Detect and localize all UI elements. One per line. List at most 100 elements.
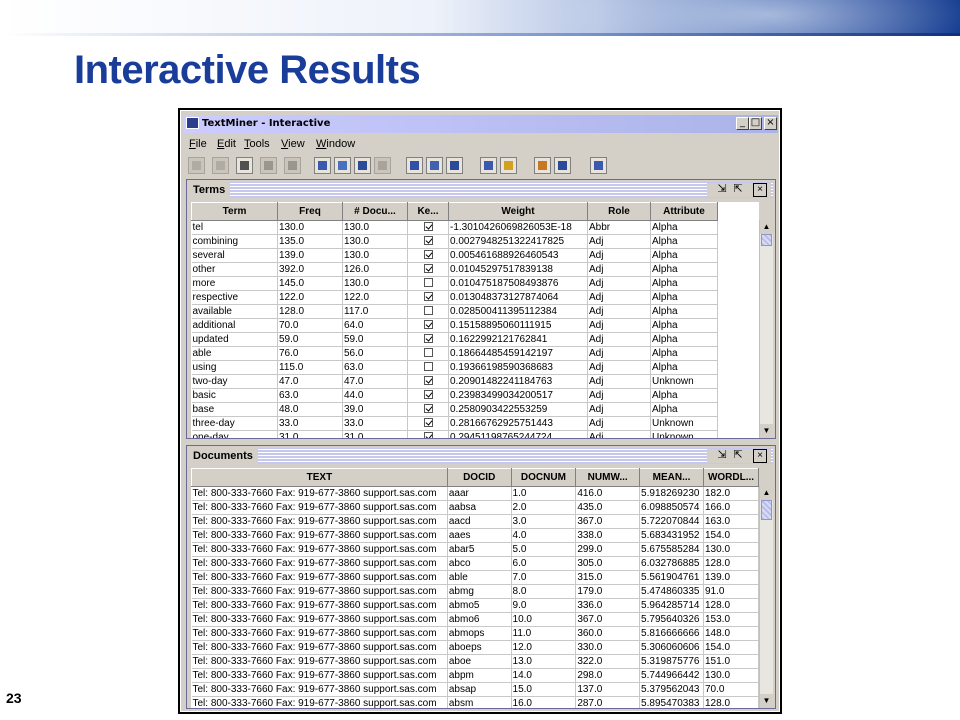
weight-cell[interactable]: 0.01045297517839138 bbox=[448, 262, 588, 277]
numw-cell[interactable]: 299.0 bbox=[575, 542, 641, 557]
docs-cell[interactable]: 59.0 bbox=[342, 332, 408, 347]
freq-cell[interactable]: 122.0 bbox=[277, 290, 343, 305]
freq-cell[interactable]: 31.0 bbox=[277, 430, 343, 438]
column-header-docid[interactable]: DOCID bbox=[446, 468, 512, 487]
numw-cell[interactable]: 179.0 bbox=[575, 584, 641, 599]
role-cell[interactable]: Adj bbox=[587, 332, 651, 347]
table-row[interactable]: updated 59.0 59.0 0.1622992121762841 Adj Alph… bbox=[191, 332, 718, 347]
wordl-cell[interactable]: 70.0 bbox=[703, 682, 759, 697]
mean-cell[interactable]: 5.675585284 bbox=[639, 542, 704, 557]
bar-chart-icon[interactable] bbox=[534, 157, 551, 174]
scroll-up-icon[interactable]: ▲ bbox=[760, 486, 773, 500]
role-cell[interactable]: Adj bbox=[587, 416, 651, 431]
attr-cell[interactable]: Alpha bbox=[650, 388, 718, 403]
docid-cell[interactable]: absap bbox=[447, 682, 512, 697]
role-cell[interactable]: Adj bbox=[587, 276, 651, 291]
freq-cell[interactable]: 139.0 bbox=[277, 248, 343, 263]
freq-cell[interactable]: 70.0 bbox=[277, 318, 343, 333]
numw-cell[interactable]: 416.0 bbox=[575, 486, 641, 501]
wordl-cell[interactable]: 128.0 bbox=[703, 696, 759, 708]
attr-cell[interactable]: Alpha bbox=[650, 332, 718, 347]
table-row[interactable]: basic 63.0 44.0 0.23983499034200517 Adj Alpha bbox=[191, 388, 718, 403]
wordl-cell[interactable]: 139.0 bbox=[703, 570, 759, 585]
keep-checkbox[interactable] bbox=[423, 292, 433, 302]
attr-cell[interactable]: Unknown bbox=[650, 416, 718, 431]
column-header-docnum[interactable]: DOCNUM bbox=[510, 468, 577, 487]
keep-checkbox[interactable] bbox=[423, 334, 433, 344]
table-row[interactable]: Tel: 800-333-7660 Fax: 919-677-3860 supp… bbox=[191, 612, 759, 627]
docs-cell[interactable]: 44.0 bbox=[342, 388, 408, 403]
wordl-cell[interactable]: 166.0 bbox=[703, 500, 759, 515]
text-cell[interactable]: Tel: 800-333-7660 Fax: 919-677-3860 supp… bbox=[191, 514, 448, 529]
keep-checkbox[interactable] bbox=[423, 236, 433, 246]
text-cell[interactable]: Tel: 800-333-7660 Fax: 919-677-3860 supp… bbox=[191, 528, 448, 543]
maximize-icon[interactable]: ⇱ bbox=[731, 183, 745, 197]
freq-cell[interactable]: 63.0 bbox=[277, 388, 343, 403]
save-icon[interactable] bbox=[260, 157, 277, 174]
docid-cell[interactable]: abpm bbox=[447, 668, 512, 683]
table-row[interactable]: one-day 31.0 31.0 0.29451198765244724 Adj Unk… bbox=[191, 430, 718, 438]
term-cell[interactable]: other bbox=[191, 262, 278, 277]
role-cell[interactable]: Adj bbox=[587, 234, 651, 249]
numw-cell[interactable]: 367.0 bbox=[575, 612, 641, 627]
table-row[interactable]: Tel: 800-333-7660 Fax: 919-677-3860 supp… bbox=[191, 626, 759, 641]
print-icon[interactable] bbox=[236, 157, 253, 174]
table-row[interactable]: Tel: 800-333-7660 Fax: 919-677-3860 supp… bbox=[191, 654, 759, 669]
text-cell[interactable]: Tel: 800-333-7660 Fax: 919-677-3860 supp… bbox=[191, 542, 448, 557]
keep-checkbox[interactable] bbox=[423, 264, 433, 274]
text-cell[interactable]: Tel: 800-333-7660 Fax: 919-677-3860 supp… bbox=[191, 556, 448, 571]
weight-cell[interactable]: 0.15158895060111915 bbox=[448, 318, 588, 333]
weight-cell[interactable]: 0.29451198765244724 bbox=[448, 430, 588, 438]
text-cell[interactable]: Tel: 800-333-7660 Fax: 919-677-3860 supp… bbox=[191, 584, 448, 599]
docs-cell[interactable]: 31.0 bbox=[342, 430, 408, 438]
role-cell[interactable]: Adj bbox=[587, 304, 651, 319]
table-icon[interactable] bbox=[446, 157, 463, 174]
attr-cell[interactable]: Alpha bbox=[650, 262, 718, 277]
mean-cell[interactable]: 5.816666666 bbox=[639, 626, 704, 641]
docnum-cell[interactable]: 4.0 bbox=[511, 528, 577, 543]
freq-cell[interactable]: 145.0 bbox=[277, 276, 343, 291]
table-row[interactable]: tel 130.0 130.0 -1.3010426069826053E-18 Abbr… bbox=[191, 220, 718, 235]
freq-cell[interactable]: 115.0 bbox=[277, 360, 343, 375]
table-row[interactable]: Tel: 800-333-7660 Fax: 919-677-3860 supp… bbox=[191, 528, 759, 543]
mean-cell[interactable]: 5.895470383 bbox=[639, 696, 704, 708]
weight-cell[interactable]: 0.0027948251322417825 bbox=[448, 234, 588, 249]
mean-cell[interactable]: 5.722070844 bbox=[639, 514, 704, 529]
documents-scroll-thumb[interactable] bbox=[761, 500, 772, 520]
docs-cell[interactable]: 64.0 bbox=[342, 318, 408, 333]
role-cell[interactable]: Adj bbox=[587, 374, 651, 389]
scroll-down-icon[interactable]: ▼ bbox=[760, 694, 773, 708]
terms-frame-titlebar[interactable]: Terms ⇲ ⇱ × bbox=[189, 182, 773, 198]
text-cell[interactable]: Tel: 800-333-7660 Fax: 919-677-3860 supp… bbox=[191, 500, 448, 515]
table-row[interactable]: three-day 33.0 33.0 0.28166762925751443 Adj U… bbox=[191, 416, 718, 431]
wordl-cell[interactable]: 154.0 bbox=[703, 640, 759, 655]
mean-cell[interactable]: 6.032786885 bbox=[639, 556, 704, 571]
term-cell[interactable]: available bbox=[191, 304, 278, 319]
term-cell[interactable]: respective bbox=[191, 290, 278, 305]
term-cell[interactable]: two-day bbox=[191, 374, 278, 389]
docnum-cell[interactable]: 6.0 bbox=[511, 556, 577, 571]
term-cell[interactable]: three-day bbox=[191, 416, 278, 431]
term-cell[interactable]: updated bbox=[191, 332, 278, 347]
term-cell[interactable]: tel bbox=[191, 220, 278, 235]
table-row[interactable]: Tel: 800-333-7660 Fax: 919-677-3860 supp… bbox=[191, 584, 759, 599]
term-cell[interactable]: able bbox=[191, 346, 278, 361]
wordl-cell[interactable]: 128.0 bbox=[703, 598, 759, 613]
table-row[interactable]: Tel: 800-333-7660 Fax: 919-677-3860 supp… bbox=[191, 556, 759, 571]
table-row[interactable]: Tel: 800-333-7660 Fax: 919-677-3860 supp… bbox=[191, 514, 759, 529]
term-cell[interactable]: several bbox=[191, 248, 278, 263]
docid-cell[interactable]: aboeps bbox=[447, 640, 512, 655]
table-row[interactable]: Tel: 800-333-7660 Fax: 919-677-3860 supp… bbox=[191, 500, 759, 515]
term-cell[interactable]: base bbox=[191, 402, 278, 417]
attr-cell[interactable]: Alpha bbox=[650, 304, 718, 319]
docnum-cell[interactable]: 16.0 bbox=[511, 696, 577, 708]
table-row[interactable]: additional 70.0 64.0 0.15158895060111915 Adj… bbox=[191, 318, 718, 333]
term-cell[interactable]: one-day bbox=[191, 430, 278, 438]
numw-cell[interactable]: 287.0 bbox=[575, 696, 641, 708]
table-row[interactable]: more 145.0 130.0 0.010475187508493876 Adj Alp… bbox=[191, 276, 718, 291]
weight-cell[interactable]: 0.28166762925751443 bbox=[448, 416, 588, 431]
role-cell[interactable]: Adj bbox=[587, 262, 651, 277]
docid-cell[interactable]: abmo5 bbox=[447, 598, 512, 613]
column-header-num-docs[interactable]: # Docu... bbox=[342, 202, 408, 221]
window-titlebar[interactable]: TextMiner - Interactive _ □ × bbox=[184, 115, 778, 133]
